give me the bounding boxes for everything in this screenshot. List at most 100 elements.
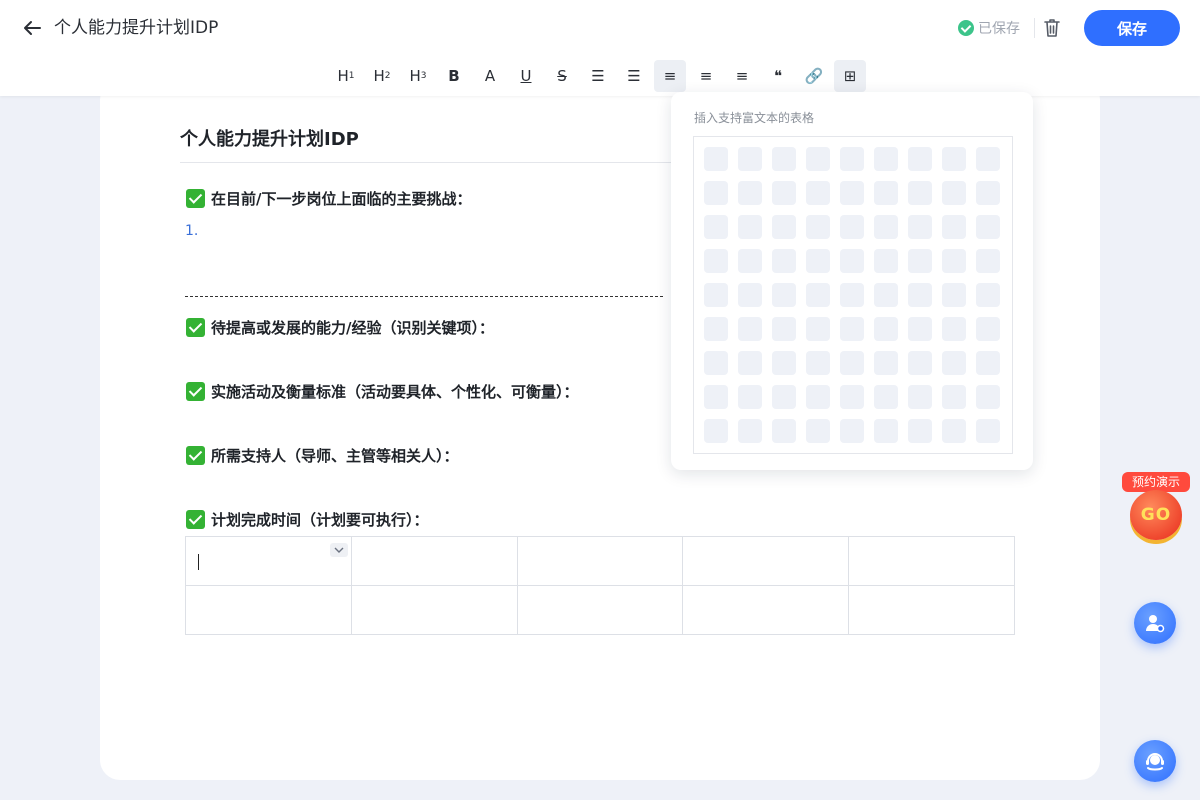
align-center-button[interactable]: ≡	[690, 60, 722, 92]
grid-cell[interactable]	[942, 283, 966, 307]
grid-cell[interactable]	[908, 215, 932, 239]
section-supporters[interactable]: 所需支持人（导师、主管等相关人）：	[186, 445, 459, 466]
grid-cell[interactable]	[942, 147, 966, 171]
table-button[interactable]: ⊞	[834, 60, 866, 92]
grid-cell[interactable]	[704, 181, 728, 205]
table-cell[interactable]	[848, 536, 1015, 586]
table-cell[interactable]	[350, 585, 518, 635]
grid-cell[interactable]	[772, 283, 796, 307]
grid-cell[interactable]	[874, 181, 898, 205]
grid-cell[interactable]	[738, 249, 762, 273]
save-button[interactable]: 保存	[1084, 10, 1180, 46]
grid-cell[interactable]	[806, 215, 830, 239]
grid-cell[interactable]	[874, 317, 898, 341]
grid-cell[interactable]	[772, 351, 796, 375]
grid-cell[interactable]	[772, 317, 796, 341]
grid-cell[interactable]	[806, 181, 830, 205]
section-abilities[interactable]: 待提高或发展的能力/经验（识别关键项）：	[186, 317, 494, 338]
grid-cell[interactable]	[976, 283, 1000, 307]
grid-cell[interactable]	[874, 249, 898, 273]
grid-cell[interactable]	[874, 419, 898, 443]
grid-cell[interactable]	[772, 385, 796, 409]
grid-cell[interactable]	[840, 283, 864, 307]
grid-cell[interactable]	[806, 147, 830, 171]
grid-cell[interactable]	[738, 419, 762, 443]
strikethrough-button[interactable]: S	[546, 60, 578, 92]
align-right-button[interactable]: ≡	[726, 60, 758, 92]
list-marker[interactable]: 1.	[185, 223, 198, 239]
table-cell[interactable]	[682, 536, 850, 586]
grid-cell[interactable]	[840, 351, 864, 375]
grid-cell[interactable]	[874, 215, 898, 239]
table-cell[interactable]	[516, 585, 684, 635]
grid-cell[interactable]	[806, 317, 830, 341]
grid-cell[interactable]	[908, 385, 932, 409]
align-left-button[interactable]: ≡	[654, 60, 686, 92]
heading-2-button[interactable]: H2	[366, 60, 398, 92]
grid-cell[interactable]	[806, 283, 830, 307]
grid-cell[interactable]	[738, 147, 762, 171]
grid-cell[interactable]	[942, 317, 966, 341]
promo-widget[interactable]: 预约演示 GO	[1120, 470, 1192, 546]
grid-cell[interactable]	[942, 419, 966, 443]
grid-cell[interactable]	[806, 249, 830, 273]
font-color-button[interactable]: A	[474, 60, 506, 92]
bold-button[interactable]: B	[438, 60, 470, 92]
grid-cell[interactable]	[942, 351, 966, 375]
table-cell[interactable]	[682, 585, 850, 635]
grid-cell[interactable]	[704, 385, 728, 409]
grid-cell[interactable]	[976, 385, 1000, 409]
grid-cell[interactable]	[976, 147, 1000, 171]
grid-cell[interactable]	[908, 351, 932, 375]
grid-cell[interactable]	[874, 385, 898, 409]
table-cell[interactable]	[516, 536, 684, 586]
table-cell[interactable]	[350, 536, 518, 586]
grid-cell[interactable]	[908, 181, 932, 205]
grid-cell[interactable]	[738, 215, 762, 239]
grid-cell[interactable]	[908, 283, 932, 307]
grid-cell[interactable]	[704, 419, 728, 443]
grid-cell[interactable]	[772, 147, 796, 171]
grid-cell[interactable]	[942, 385, 966, 409]
grid-cell[interactable]	[806, 419, 830, 443]
grid-cell[interactable]	[942, 181, 966, 205]
section-challenges[interactable]: 在目前/下一步岗位上面临的主要挑战：	[186, 188, 471, 209]
grid-cell[interactable]	[908, 249, 932, 273]
grid-cell[interactable]	[976, 419, 1000, 443]
doc-heading[interactable]: 个人能力提升计划IDP	[180, 125, 359, 151]
grid-cell[interactable]	[976, 317, 1000, 341]
grid-cell[interactable]	[806, 351, 830, 375]
grid-cell[interactable]	[840, 147, 864, 171]
user-settings-button[interactable]	[1134, 602, 1176, 644]
grid-cell[interactable]	[976, 249, 1000, 273]
cell-menu-button[interactable]	[330, 543, 348, 557]
grid-cell[interactable]	[772, 419, 796, 443]
grid-cell[interactable]	[840, 181, 864, 205]
grid-cell[interactable]	[772, 181, 796, 205]
grid-cell[interactable]	[738, 385, 762, 409]
trash-icon[interactable]	[1042, 17, 1062, 39]
table-cell[interactable]	[185, 585, 352, 635]
table-cell[interactable]	[848, 585, 1015, 635]
section-deadline[interactable]: 计划完成时间（计划要可执行）：	[186, 509, 429, 530]
grid-cell[interactable]	[704, 283, 728, 307]
quote-button[interactable]: ❝	[762, 60, 794, 92]
grid-cell[interactable]	[738, 283, 762, 307]
grid-cell[interactable]	[840, 215, 864, 239]
back-arrow-icon[interactable]	[20, 16, 44, 40]
grid-cell[interactable]	[874, 283, 898, 307]
grid-cell[interactable]	[874, 147, 898, 171]
document-title[interactable]: 个人能力提升计划IDP	[54, 16, 218, 40]
grid-cell[interactable]	[976, 215, 1000, 239]
grid-cell[interactable]	[738, 317, 762, 341]
grid-cell[interactable]	[908, 147, 932, 171]
grid-cell[interactable]	[976, 351, 1000, 375]
grid-cell[interactable]	[704, 317, 728, 341]
grid-cell[interactable]	[704, 215, 728, 239]
bullet-list-button[interactable]: ☰	[582, 60, 614, 92]
grid-cell[interactable]	[840, 419, 864, 443]
grid-cell[interactable]	[874, 351, 898, 375]
grid-cell[interactable]	[738, 351, 762, 375]
grid-cell[interactable]	[806, 385, 830, 409]
section-activities[interactable]: 实施活动及衡量标准（活动要具体、个性化、可衡量）：	[186, 381, 579, 402]
